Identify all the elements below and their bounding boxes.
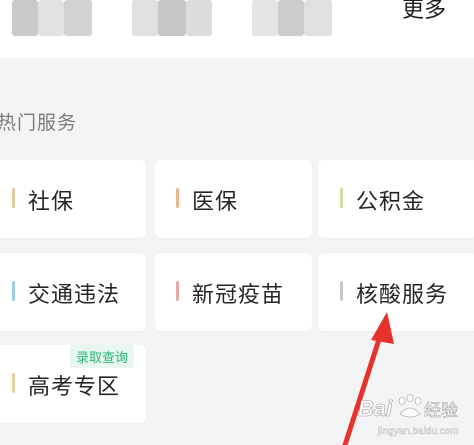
red-pointer-arrow-icon: [342, 312, 394, 445]
watermark-url: jingyan.baidu.com: [377, 426, 459, 437]
watermark-suffix: 经验: [424, 401, 458, 421]
baidu-jingyan-watermark-icon: Bai 经验 jingyan.baidu.com: [358, 394, 459, 437]
watermark-brand: Bai: [358, 396, 393, 421]
